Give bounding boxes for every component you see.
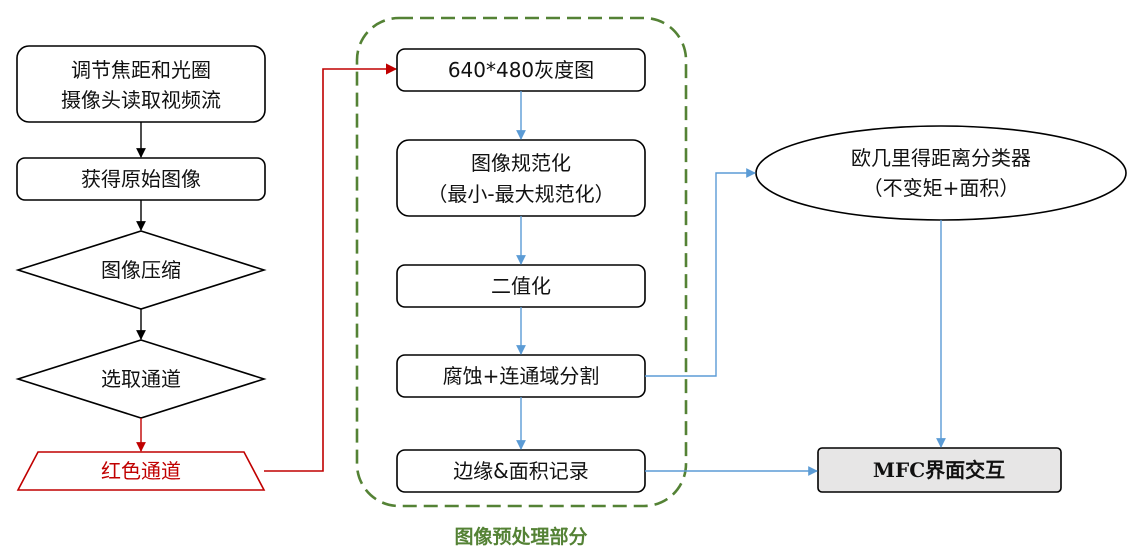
svg-text:（最小-最大规范化）: （最小-最大规范化） bbox=[427, 182, 614, 206]
svg-text:图像压缩: 图像压缩 bbox=[101, 258, 181, 282]
left-step-compress-diamond: 图像压缩 bbox=[15, 230, 267, 310]
svg-text:640*480灰度图: 640*480灰度图 bbox=[448, 58, 594, 82]
flowchart-diagram: 图像预处理部分 调节焦距和光圈 摄像头读取视频流 获得原始图像 图像压缩 选取通… bbox=[15, 16, 1127, 548]
classifier-ellipse: 欧几里得距离分类器 （不变矩+面积） bbox=[755, 125, 1127, 221]
left-step-select-channel-diamond: 选取通道 bbox=[15, 339, 267, 419]
pre-step-erode-segment: 腐蚀+连通域分割 bbox=[396, 354, 646, 398]
arrow-red-channel-to-gray bbox=[264, 63, 398, 472]
svg-text:摄像头读取视频流: 摄像头读取视频流 bbox=[61, 88, 221, 112]
left-step-red-channel: 红色通道 bbox=[16, 451, 266, 491]
left-step-raw-image: 获得原始图像 bbox=[16, 157, 266, 201]
svg-text:边缘&面积记录: 边缘&面积记录 bbox=[453, 459, 589, 483]
svg-text:选取通道: 选取通道 bbox=[101, 367, 181, 391]
svg-text:调节焦距和光圈: 调节焦距和光圈 bbox=[71, 58, 211, 82]
svg-text:腐蚀+连通域分割: 腐蚀+连通域分割 bbox=[443, 364, 600, 388]
left-step-camera: 调节焦距和光圈 摄像头读取视频流 bbox=[16, 45, 266, 123]
svg-text:获得原始图像: 获得原始图像 bbox=[81, 167, 201, 191]
arrow-segment-to-classifier bbox=[645, 168, 756, 377]
pre-step-normalize: 图像规范化 （最小-最大规范化） bbox=[396, 139, 646, 217]
svg-text:二值化: 二值化 bbox=[491, 274, 551, 298]
svg-text:图像规范化: 图像规范化 bbox=[471, 151, 571, 175]
svg-text:（不变矩+面积）: （不变矩+面积） bbox=[863, 176, 1020, 200]
preprocess-group-caption: 图像预处理部分 bbox=[454, 525, 587, 548]
pre-step-gray-image: 640*480灰度图 bbox=[396, 48, 646, 92]
pre-step-binarize: 二值化 bbox=[396, 264, 646, 308]
pre-step-edge-area: 边缘&面积记录 bbox=[396, 449, 646, 493]
svg-text:欧几里得距离分类器: 欧几里得距离分类器 bbox=[851, 146, 1031, 170]
svg-text:红色通道: 红色通道 bbox=[101, 459, 181, 483]
mfc-interface-box: MFC界面交互 bbox=[817, 447, 1062, 493]
svg-text:MFC界面交互: MFC界面交互 bbox=[873, 458, 1005, 482]
